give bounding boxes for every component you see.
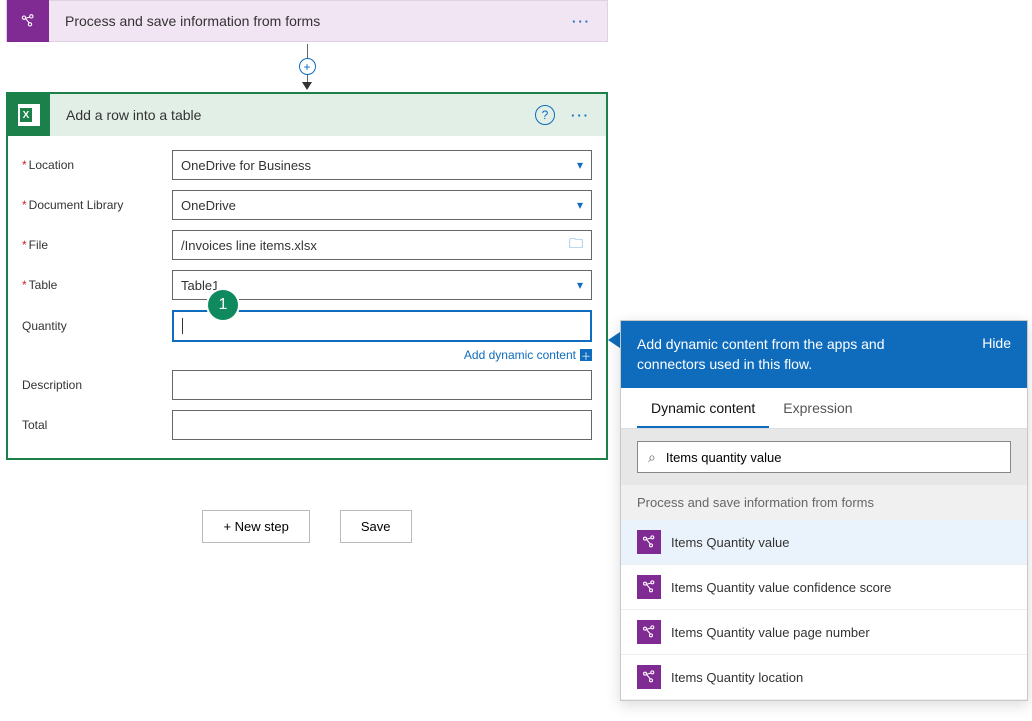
panel-item-quantity-confidence[interactable]: Items Quantity value confidence score	[621, 565, 1027, 610]
folder-icon: 🗀	[569, 233, 583, 257]
panel-item-label: Items Quantity location	[671, 670, 803, 685]
table-value: Table1	[181, 278, 219, 293]
step-connector: +	[6, 42, 608, 92]
library-label: *Document Library	[22, 198, 172, 212]
panel-search-box[interactable]: ⌕	[637, 441, 1011, 473]
trigger-step-header[interactable]: Process and save information from forms …	[6, 0, 608, 42]
expand-icon: ＋	[580, 349, 592, 361]
field-row-table: *Table Table1 ▾	[22, 270, 592, 300]
quantity-input[interactable]	[172, 310, 592, 342]
ai-builder-icon	[637, 620, 661, 644]
library-value: OneDrive	[181, 198, 236, 213]
tab-expression[interactable]: Expression	[769, 388, 866, 428]
panel-pointer-icon	[608, 332, 620, 348]
panel-item-quantity-page[interactable]: Items Quantity value page number	[621, 610, 1027, 655]
chevron-down-icon: ▾	[577, 158, 583, 172]
field-row-quantity: Quantity	[22, 310, 592, 342]
action-step-body: *Location OneDrive for Business ▾ *Docum…	[8, 136, 606, 458]
action-step-header[interactable]: X Add a row into a table ? ···	[8, 94, 606, 136]
panel-headline: Add dynamic content from the apps and co…	[637, 335, 937, 374]
panel-search-input[interactable]	[666, 450, 1000, 465]
search-icon: ⌕	[648, 449, 656, 466]
arrow-down-icon	[302, 82, 312, 90]
library-dropdown[interactable]: OneDrive ▾	[172, 190, 592, 220]
panel-item-quantity-value[interactable]: Items Quantity value	[621, 520, 1027, 565]
table-label: *Table	[22, 278, 172, 292]
designer-button-row: + New step Save	[6, 510, 608, 543]
callout-badge-1: 1	[208, 290, 238, 320]
ai-builder-icon	[637, 575, 661, 599]
chevron-down-icon: ▾	[577, 198, 583, 212]
total-label: Total	[22, 418, 172, 432]
trigger-step-menu-button[interactable]: ···	[556, 14, 607, 29]
panel-hide-button[interactable]: Hide	[982, 335, 1011, 351]
text-caret	[182, 318, 183, 334]
add-dynamic-content-link[interactable]: Add dynamic content ＋	[464, 348, 592, 362]
new-step-button[interactable]: + New step	[202, 510, 309, 543]
description-label: Description	[22, 378, 172, 392]
action-step-card: X Add a row into a table ? ··· *Location…	[6, 92, 608, 460]
ai-builder-icon	[7, 0, 49, 42]
location-value: OneDrive for Business	[181, 158, 311, 173]
description-input[interactable]	[172, 370, 592, 400]
file-label: *File	[22, 238, 172, 252]
file-picker[interactable]: /Invoices line items.xlsx 🗀	[172, 230, 592, 260]
excel-icon: X	[8, 94, 50, 136]
quantity-label: Quantity	[22, 319, 172, 333]
insert-step-button[interactable]: +	[299, 58, 316, 75]
help-icon[interactable]: ?	[535, 105, 555, 125]
field-row-library: *Document Library OneDrive ▾	[22, 190, 592, 220]
action-step-menu-button[interactable]: ···	[565, 108, 606, 123]
flow-designer-column: Process and save information from forms …	[6, 0, 608, 543]
dynamic-content-panel: Add dynamic content from the apps and co…	[620, 320, 1028, 701]
tab-dynamic-content[interactable]: Dynamic content	[637, 388, 769, 428]
trigger-step-title: Process and save information from forms	[49, 13, 556, 29]
panel-item-label: Items Quantity value confidence score	[671, 580, 891, 595]
field-row-description: Description	[22, 370, 592, 400]
panel-item-label: Items Quantity value page number	[671, 625, 870, 640]
panel-item-label: Items Quantity value	[671, 535, 790, 550]
location-label: *Location	[22, 158, 172, 172]
panel-group-header: Process and save information from forms	[621, 485, 1027, 520]
panel-search-area: ⌕	[621, 429, 1027, 485]
field-row-file: *File /Invoices line items.xlsx 🗀	[22, 230, 592, 260]
field-row-location: *Location OneDrive for Business ▾	[22, 150, 592, 180]
action-step-title: Add a row into a table	[50, 107, 535, 123]
total-input[interactable]	[172, 410, 592, 440]
ai-builder-icon	[637, 665, 661, 689]
file-value: /Invoices line items.xlsx	[181, 238, 317, 253]
panel-tabs: Dynamic content Expression	[621, 388, 1027, 429]
panel-header: Add dynamic content from the apps and co…	[621, 321, 1027, 388]
field-row-total: Total	[22, 410, 592, 440]
panel-item-quantity-location[interactable]: Items Quantity location	[621, 655, 1027, 700]
chevron-down-icon: ▾	[577, 278, 583, 292]
ai-builder-icon	[637, 530, 661, 554]
location-dropdown[interactable]: OneDrive for Business ▾	[172, 150, 592, 180]
save-button[interactable]: Save	[340, 510, 412, 543]
dynamic-content-link-row: Add dynamic content ＋	[22, 348, 592, 362]
